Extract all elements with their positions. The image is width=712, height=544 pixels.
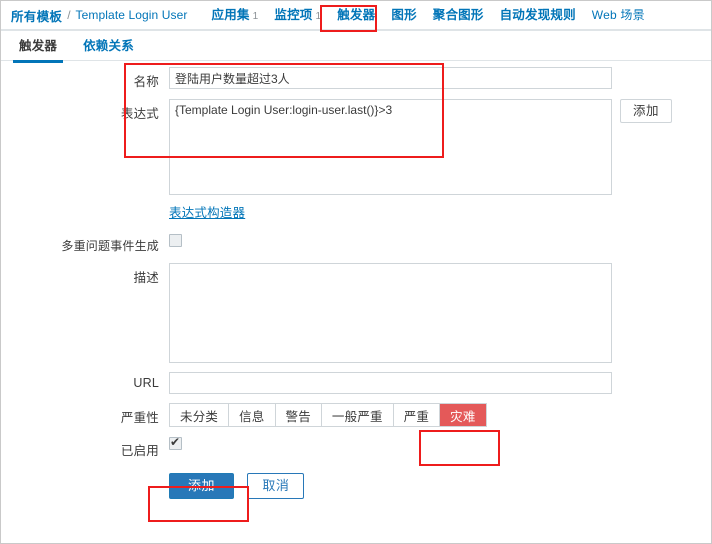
sub-tab-dependencies[interactable]: 依赖关系 (77, 33, 140, 60)
actions-spacer (1, 473, 169, 477)
multiple-problem-checkbox[interactable] (169, 234, 182, 248)
nav-tab-web-scenarios-label: Web 场景 (591, 8, 645, 22)
severity-label: 严重性 (120, 411, 159, 425)
expression-constructor-wrap: 表达式构造器 (169, 202, 711, 221)
breadcrumb-all-templates[interactable]: 所有模板 (11, 6, 62, 25)
sub-tab-trigger[interactable]: 触发器 (13, 33, 64, 63)
form-row-expression: 表达式 {Template Login User:login-user.last… (1, 99, 711, 221)
expression-add-button[interactable]: 添加 (620, 99, 673, 123)
form-row-actions: 添加 取消 (1, 473, 711, 499)
nav-tab-screens[interactable]: 聚合图形 (425, 1, 492, 30)
top-navigation-bar: 所有模板 / Template Login User 应用集 1 监控项 1 触发器… (1, 1, 711, 32)
trigger-description-textarea[interactable] (169, 263, 612, 363)
nav-tab-applications-label: 应用集 (211, 8, 250, 22)
trigger-sub-tabs: 触发器 依赖关系 (1, 33, 711, 63)
nav-tab-web-scenarios[interactable]: Web 场景 (584, 1, 653, 30)
nav-tab-applications-count: 1 (252, 11, 259, 22)
nav-tab-discovery-rules[interactable]: 自动发现规则 (492, 1, 584, 30)
trigger-name-input[interactable] (169, 67, 612, 89)
severity-field-wrap: 未分类 信息 警告 一般严重 严重 灾难 (169, 403, 711, 427)
enabled-field-wrap (169, 435, 711, 451)
nav-tab-items-count: 1 (315, 11, 322, 22)
expression-input-group: {Template Login User:login-user.last()}>… (169, 99, 711, 195)
name-field-wrap (169, 67, 711, 89)
description-field-wrap (169, 263, 711, 363)
form-row-description: 描述 (1, 263, 711, 363)
severity-option-high[interactable]: 严重 (393, 404, 441, 426)
expression-constructor-link[interactable]: 表达式构造器 (169, 206, 245, 220)
severity-segmented-control: 未分类 信息 警告 一般严重 严重 灾难 (169, 403, 487, 427)
trigger-form: 名称 表达式 {Template Login User:login-user.l… (1, 67, 711, 508)
enabled-checkbox[interactable] (169, 435, 182, 451)
severity-option-information[interactable]: 信息 (229, 404, 276, 426)
form-row-enabled: 已启用 (1, 435, 711, 459)
nav-tab-items[interactable]: 监控项 1 (266, 1, 329, 30)
name-label: 名称 (133, 75, 159, 89)
nav-tab-triggers[interactable]: 触发器 (329, 1, 383, 32)
actions-wrap: 添加 取消 (169, 473, 711, 499)
template-entity-tabs: 应用集 1 监控项 1 触发器 图形 聚合图形 自动发现规则 Web 场景 (204, 1, 653, 32)
form-row-multiple-problem: 多重问题事件生成 (1, 233, 711, 254)
expression-label: 表达式 (120, 107, 159, 121)
form-row-url: URL (1, 372, 711, 394)
multiple-problem-label: 多重问题事件生成 (61, 239, 159, 253)
enabled-label: 已启用 (120, 444, 159, 458)
trigger-url-input[interactable] (169, 372, 612, 394)
description-label: 描述 (133, 271, 159, 285)
severity-option-disaster[interactable]: 灾难 (440, 404, 486, 426)
nav-tab-applications[interactable]: 应用集 1 (204, 1, 267, 30)
nav-tab-items-label: 监控项 (274, 8, 313, 22)
severity-option-warning[interactable]: 警告 (275, 404, 322, 426)
nav-tab-graphs-label: 图形 (391, 8, 417, 22)
expression-field-wrap: {Template Login User:login-user.last()}>… (169, 99, 711, 221)
multiple-problem-field-wrap (169, 233, 711, 248)
form-row-severity: 严重性 未分类 信息 警告 一般严重 严重 灾难 (1, 403, 711, 427)
severity-option-not-classified[interactable]: 未分类 (170, 404, 230, 426)
trigger-expression-textarea[interactable]: {Template Login User:login-user.last()}>… (169, 99, 612, 195)
cancel-button[interactable]: 取消 (247, 473, 305, 499)
severity-option-average[interactable]: 一般严重 (321, 404, 394, 426)
nav-tab-screens-label: 聚合图形 (432, 8, 484, 22)
breadcrumb-template-name[interactable]: Template Login User (76, 8, 188, 22)
form-row-name: 名称 (1, 67, 711, 90)
submit-add-button[interactable]: 添加 (169, 473, 235, 499)
url-label: URL (133, 376, 159, 390)
nav-tab-triggers-label: 触发器 (337, 8, 376, 22)
nav-tab-discovery-rules-label: 自动发现规则 (499, 8, 576, 22)
nav-tab-graphs[interactable]: 图形 (383, 1, 424, 30)
breadcrumb-separator: / (67, 8, 71, 22)
trigger-configuration-page: 所有模板 / Template Login User 应用集 1 监控项 1 触发器… (0, 0, 712, 544)
url-field-wrap (169, 372, 711, 394)
